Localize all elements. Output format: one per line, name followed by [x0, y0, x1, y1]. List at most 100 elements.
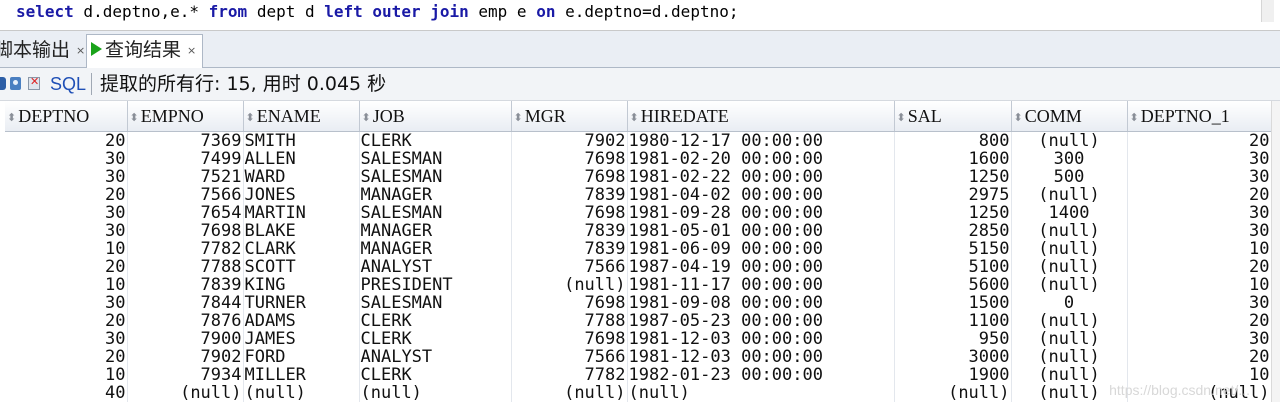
cell-deptno-1[interactable]: 30 [1127, 150, 1272, 168]
column-header-job[interactable]: ⬍ JOB [359, 101, 512, 132]
cell-job[interactable]: CLERK [359, 312, 512, 330]
cell-deptno[interactable]: 20 [5, 312, 128, 330]
cell-job[interactable]: MANAGER [359, 222, 512, 240]
table-row[interactable]: 10 7934 MILLER CLERK 7782 1982-01-23 00:00:00… [5, 366, 1272, 384]
cell-deptno-1[interactable]: 30 [1127, 204, 1272, 222]
column-header-hiredate[interactable]: ⬍ HIREDATE [627, 101, 895, 132]
cell-empno[interactable]: 7934 [127, 366, 244, 384]
cell-sal[interactable]: 5600 [894, 276, 1012, 294]
cell-ename[interactable]: JAMES [243, 330, 360, 348]
column-header-mgr[interactable]: ⬍ MGR [511, 101, 628, 132]
cell-deptno-1[interactable]: 20 [1127, 258, 1272, 276]
column-header-sal[interactable]: ⬍ SAL [894, 101, 1012, 132]
table-row[interactable]: 30 7521 WARD SALESMAN 7698 1981-02-22 00:00:0… [5, 168, 1272, 186]
cell-deptno-1[interactable]: 30 [1127, 294, 1272, 312]
cell-ename[interactable]: BLAKE [243, 222, 360, 240]
cell-job[interactable]: (null) [359, 384, 512, 402]
cell-sal[interactable]: 1250 [894, 168, 1012, 186]
cell-ename[interactable]: KING [243, 276, 360, 294]
cell-mgr[interactable]: (null) [511, 384, 628, 402]
cell-ename[interactable]: FORD [243, 348, 360, 366]
cell-deptno[interactable]: 30 [5, 150, 128, 168]
cell-mgr[interactable]: 7566 [511, 348, 628, 366]
cell-deptno-1[interactable]: 30 [1127, 168, 1272, 186]
table-row[interactable]: 20 7788 SCOTT ANALYST 7566 1987-04-19 00:00:0… [5, 258, 1272, 276]
cell-empno[interactable]: (null) [127, 384, 244, 402]
cell-sal[interactable]: 1250 [894, 204, 1012, 222]
cell-job[interactable]: SALESMAN [359, 150, 512, 168]
sort-icon[interactable]: ⬍ [1130, 111, 1139, 124]
cell-hiredate[interactable]: 1981-02-22 00:00:00 [627, 168, 895, 186]
sort-icon[interactable]: ⬍ [130, 111, 139, 124]
cell-empno[interactable]: 7698 [127, 222, 244, 240]
table-row[interactable]: 30 7654 MARTIN SALESMAN 7698 1981-09-28 00:00… [5, 204, 1272, 222]
cell-comm[interactable]: 1400 [1011, 204, 1128, 222]
cell-ename[interactable]: WARD [243, 168, 360, 186]
cell-deptno-1[interactable]: 30 [1127, 222, 1272, 240]
cell-hiredate[interactable]: 1981-09-08 00:00:00 [627, 294, 895, 312]
cell-sal[interactable]: 1100 [894, 312, 1012, 330]
cell-empno[interactable]: 7844 [127, 294, 244, 312]
cell-job[interactable]: CLERK [359, 330, 512, 348]
cell-mgr[interactable]: 7902 [511, 131, 628, 150]
tab-query-result[interactable]: 查询结果 × [86, 34, 204, 68]
cell-empno[interactable]: 7900 [127, 330, 244, 348]
cell-ename[interactable]: MILLER [243, 366, 360, 384]
cell-ename[interactable]: ALLEN [243, 150, 360, 168]
column-header-ename[interactable]: ⬍ ENAME [243, 101, 360, 132]
sql-editor[interactable]: select d.deptno,e.* from dept d left out… [0, 0, 1280, 31]
cell-hiredate[interactable]: 1981-02-20 00:00:00 [627, 150, 895, 168]
cell-ename[interactable]: MARTIN [243, 204, 360, 222]
results-grid[interactable]: ⬍ DEPTNO ⬍ EMPNO ⬍ ENAME ⬍ JOB ⬍ MGR ⬍ HIREDATE ⬍ SAL… [0, 101, 1280, 402]
cell-sal[interactable]: 1600 [894, 150, 1012, 168]
cell-mgr[interactable]: 7788 [511, 312, 628, 330]
table-row[interactable]: 20 7566 JONES MANAGER 7839 1981-04-02 00:00:0… [5, 186, 1272, 204]
cell-ename[interactable]: SMITH [243, 131, 360, 150]
grid-scrollbar[interactable] [1271, 101, 1280, 402]
cell-hiredate[interactable]: 1981-09-28 00:00:00 [627, 204, 895, 222]
cell-empno[interactable]: 7788 [127, 258, 244, 276]
sort-icon[interactable]: ⬍ [246, 111, 255, 124]
cell-deptno-1[interactable]: 10 [1127, 240, 1272, 258]
sort-icon[interactable]: ⬍ [7, 111, 16, 124]
cell-ename[interactable]: TURNER [243, 294, 360, 312]
column-header-deptno[interactable]: ⬍ DEPTNO [5, 101, 128, 132]
table-row[interactable]: 20 7902 FORD ANALYST 7566 1981-12-03 00:00:00… [5, 348, 1272, 366]
cell-mgr[interactable]: 7698 [511, 168, 628, 186]
cell-deptno-1[interactable]: 30 [1127, 330, 1272, 348]
cell-job[interactable]: MANAGER [359, 186, 512, 204]
close-icon[interactable]: × [76, 44, 85, 57]
cell-empno[interactable]: 7654 [127, 204, 244, 222]
cell-deptno-1[interactable]: 10 [1127, 276, 1272, 294]
cell-ename[interactable]: ADAMS [243, 312, 360, 330]
cell-ename[interactable]: (null) [243, 384, 360, 402]
cell-hiredate[interactable]: 1982-01-23 00:00:00 [627, 366, 895, 384]
cell-ename[interactable]: JONES [243, 186, 360, 204]
cell-empno[interactable]: 7876 [127, 312, 244, 330]
cell-sal[interactable]: 1500 [894, 294, 1012, 312]
cell-deptno[interactable]: 20 [5, 131, 128, 150]
cell-empno[interactable]: 7839 [127, 276, 244, 294]
cell-hiredate[interactable]: (null) [627, 384, 895, 402]
cell-ename[interactable]: SCOTT [243, 258, 360, 276]
sort-icon[interactable]: ⬍ [1014, 111, 1023, 124]
cell-deptno[interactable]: 20 [5, 348, 128, 366]
cell-deptno[interactable]: 30 [5, 294, 128, 312]
close-icon[interactable]: × [187, 44, 196, 57]
column-header-comm[interactable]: ⬍ COMM [1011, 101, 1128, 132]
column-header-deptno-1[interactable]: ⬍ DEPTNO_1 [1127, 101, 1272, 132]
cell-job[interactable]: ANALYST [359, 258, 512, 276]
cell-comm[interactable]: 500 [1011, 168, 1128, 186]
column-header-empno[interactable]: ⬍ EMPNO [127, 101, 244, 132]
table-row[interactable]: 20 7876 ADAMS CLERK 7788 1987-05-23 00:00:00 1… [5, 312, 1272, 330]
cell-comm[interactable]: (null) [1011, 222, 1128, 240]
table-row[interactable]: 30 7499 ALLEN SALESMAN 7698 1981-02-20 00:00:… [5, 150, 1272, 168]
cell-mgr[interactable]: 7839 [511, 186, 628, 204]
cell-mgr[interactable]: 7698 [511, 204, 628, 222]
cell-deptno[interactable]: 10 [5, 366, 128, 384]
cell-job[interactable]: ANALYST [359, 348, 512, 366]
cell-mgr[interactable]: 7782 [511, 366, 628, 384]
cell-deptno[interactable]: 30 [5, 222, 128, 240]
cell-hiredate[interactable]: 1981-12-03 00:00:00 [627, 330, 895, 348]
table-row[interactable]: 30 7844 TURNER SALESMAN 7698 1981-09-08 00:00… [5, 294, 1272, 312]
